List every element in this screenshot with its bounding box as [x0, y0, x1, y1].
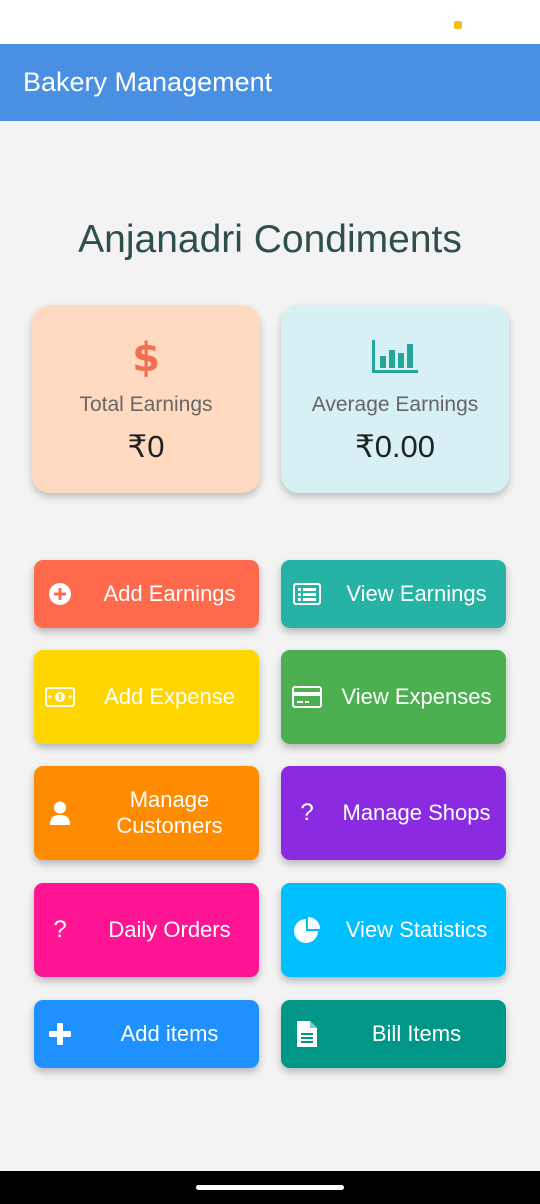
add-expense-label: Add Expense [104, 684, 235, 709]
view-earnings-button[interactable]: View Earnings [281, 560, 506, 628]
notification-dot [454, 21, 462, 29]
svg-text:$: $ [132, 335, 160, 377]
view-statistics-label: View Statistics [345, 917, 488, 942]
question-icon: ? [281, 800, 333, 826]
manage-customers-button[interactable]: Manage Customers [34, 766, 259, 860]
plus-circle-icon [34, 582, 86, 606]
view-expenses-button[interactable]: View Expenses [281, 650, 506, 744]
total-earnings-card: $ Total Earnings ₹0 [32, 305, 260, 493]
home-gesture-handle[interactable] [196, 1185, 344, 1190]
pie-chart-icon [281, 917, 333, 943]
system-nav-bar [0, 1171, 540, 1204]
app-bar: Bakery Management [0, 44, 540, 121]
manage-shops-glyph: ? [300, 799, 314, 826]
view-expenses-label: View Expenses [341, 684, 492, 709]
view-statistics-button[interactable]: View Statistics [281, 883, 506, 977]
view-earnings-label: View Earnings [346, 581, 487, 606]
bill-items-button[interactable]: Bill Items [281, 1000, 506, 1068]
dollar-icon: $ [32, 335, 260, 377]
average-earnings-label: Average Earnings [311, 393, 479, 416]
credit-card-icon [281, 686, 333, 708]
daily-orders-glyph: ? [53, 916, 67, 943]
total-earnings-label: Total Earnings [79, 393, 213, 416]
file-icon [281, 1020, 333, 1048]
average-earnings-card: Average Earnings ₹0.00 [281, 305, 509, 493]
add-expense-button[interactable]: Add Expense [34, 650, 259, 744]
plus-icon [34, 1022, 86, 1046]
daily-orders-label: Daily Orders [108, 917, 231, 942]
manage-customers-label: Manage Customers [116, 787, 223, 838]
bill-items-label: Bill Items [371, 1021, 462, 1046]
add-items-button[interactable]: Add items [34, 1000, 259, 1068]
total-earnings-value: ₹0 [127, 429, 165, 464]
daily-orders-button[interactable]: ? Daily Orders [34, 883, 259, 977]
list-alt-icon [281, 583, 333, 605]
money-bill-icon [34, 687, 86, 707]
manage-shops-button[interactable]: ? Manage Shops [281, 766, 506, 860]
bar-chart-icon [281, 335, 509, 377]
user-icon [34, 801, 86, 825]
average-earnings-value: ₹0.00 [354, 429, 436, 464]
status-bar [0, 0, 540, 44]
add-earnings-label: Add Earnings [103, 581, 236, 606]
app-title: Bakery Management [23, 67, 273, 97]
add-items-label: Add items [120, 1021, 219, 1046]
add-earnings-button[interactable]: Add Earnings [34, 560, 259, 628]
shop-name: Anjanadri Condiments [78, 218, 462, 261]
manage-shops-label: Manage Shops [342, 800, 491, 825]
question-icon: ? [34, 917, 86, 943]
